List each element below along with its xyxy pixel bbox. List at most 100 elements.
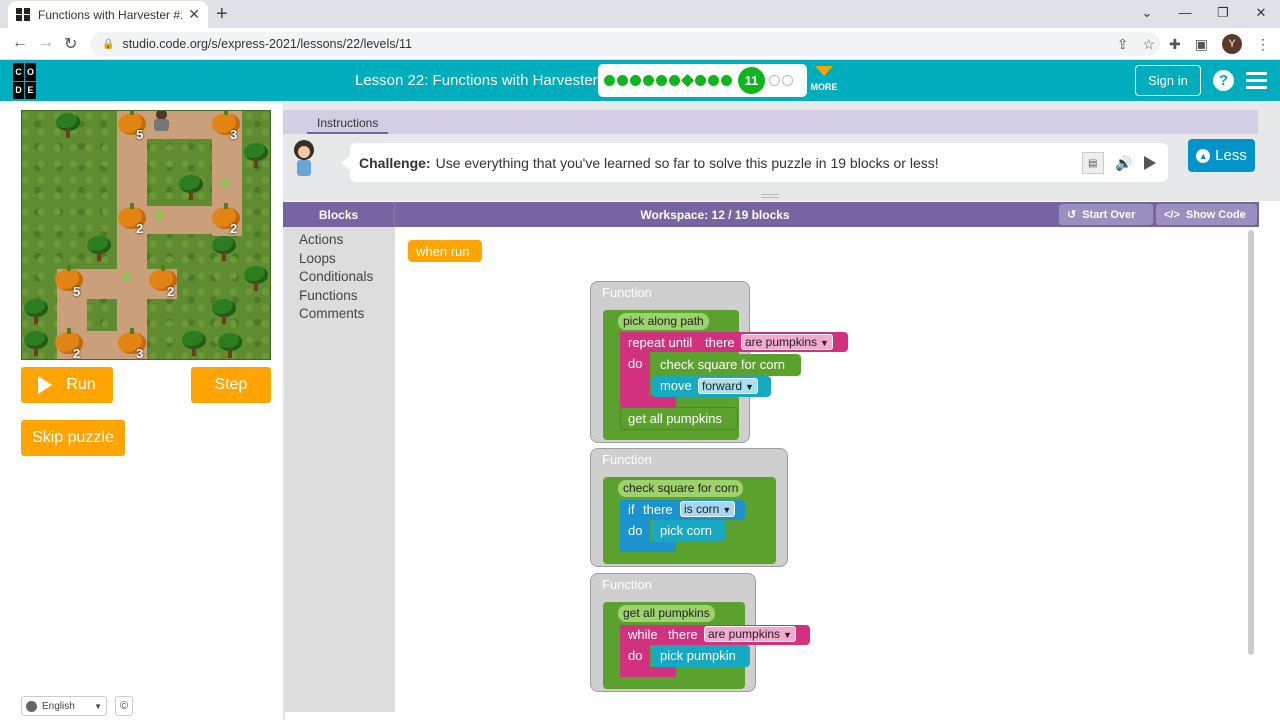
function-name-field[interactable]: get all pumpkins [618,605,715,622]
level-dot-assessment[interactable] [680,73,695,88]
pumpkin-count: 5 [73,284,81,299]
function-label: Function [602,577,652,592]
help-icon[interactable]: ? [1213,70,1234,91]
block-workspace[interactable] [395,227,1259,712]
code-org-favicon-icon [16,7,30,22]
url-field[interactable]: 🔒 studio.code.org/s/express-2021/lessons… [90,32,1160,56]
show-code-label: Show Code [1185,208,1246,221]
tab-instructions[interactable]: Instructions [307,113,389,134]
logo-letter-e: E [25,81,36,99]
extensions-icon[interactable]: ✚ [1169,36,1181,53]
if-footer [620,542,676,552]
do-label: do [628,523,643,538]
forward-icon[interactable]: → [38,34,54,52]
chevron-up-icon: ▲ [1196,148,1211,163]
more-levels-button[interactable]: MORE [810,64,838,92]
level-dot[interactable] [643,75,654,86]
tree-icon [56,113,80,139]
browser-menu-icon[interactable]: ⋮ [1256,36,1270,53]
sign-in-button[interactable]: Sign in [1135,65,1201,96]
pumpkin-count: 2 [73,346,81,360]
level-dot[interactable] [630,75,641,86]
level-dot[interactable] [669,75,680,86]
workspace-scrollbar[interactable] [1248,230,1254,655]
tab-search-icon[interactable]: ⌄ [1128,0,1166,26]
while-footer [620,667,676,677]
bookmark-star-icon[interactable]: ☆ [1142,36,1155,53]
play-audio-icon[interactable] [1144,156,1157,170]
hamburger-menu-icon[interactable] [1246,72,1267,93]
resize-grip[interactable] [761,194,779,198]
skip-puzzle-button[interactable]: Skip puzzle [21,420,125,456]
while-label: while [628,627,658,642]
restore-icon[interactable]: ❐ [1204,0,1242,26]
step-button[interactable]: Step [191,367,271,403]
speaker-icon[interactable]: 🔊 [1115,155,1132,172]
toolbox-category-actions[interactable]: Actions [285,231,395,250]
workspace-header: Blocks Workspace: 12 / 19 blocks ↺ Start… [283,202,1259,227]
back-icon[interactable]: ← [12,34,28,52]
logo-letter-o: O [25,63,36,81]
toolbox-category-functions[interactable]: Functions [285,287,395,306]
tree-icon [212,299,236,325]
run-button[interactable]: Run [21,367,113,403]
code-org-logo[interactable]: C O D E [13,63,49,99]
there-label: there [705,335,735,350]
level-dot[interactable] [604,75,615,86]
level-dot[interactable] [708,75,719,86]
instructions-tabbar: Instructions [283,110,1258,134]
text-to-speech-controls: ▤ 🔊 [1076,151,1162,175]
show-code-button[interactable]: </> Show Code [1156,204,1257,225]
if-label: if [628,502,635,517]
close-window-icon[interactable]: ✕ [1242,0,1280,26]
toolbox-category-loops[interactable]: Loops [285,250,395,269]
corn-sprout-icon: ❦ [152,208,166,225]
immersive-reader-icon[interactable]: ▤ [1081,152,1104,174]
less-label: Less [1215,147,1247,164]
tree-icon [244,143,268,169]
workspace-header-label: Workspace: 12 / 19 blocks [640,207,790,222]
tree-icon [212,236,236,262]
level-dot-unstarted[interactable] [782,75,793,86]
profile-avatar[interactable]: Y [1222,34,1242,54]
condition-dropdown[interactable]: are pumpkins ▼ [741,334,833,350]
function-name-field[interactable]: pick along path [618,313,709,330]
level-dot[interactable] [695,75,706,86]
start-over-button[interactable]: ↺ Start Over [1059,204,1153,225]
minimize-icon[interactable]: — [1166,0,1204,26]
language-select[interactable]: English ▼ [21,696,107,716]
do-label: do [628,648,643,663]
chevron-down-icon: ▼ [94,701,102,711]
there-label: there [668,627,698,642]
copyright-button[interactable]: © [115,696,133,716]
dropdown-arrow-icon: ▼ [745,382,754,392]
toolbox-category-comments[interactable]: Comments [285,305,395,324]
direction-dropdown[interactable]: forward ▼ [698,378,758,394]
close-tab-icon[interactable]: ✕ [188,6,200,23]
window-controls: ⌄ — ❐ ✕ [1128,0,1280,26]
level-dot[interactable] [617,75,628,86]
toolbox-category-conditionals[interactable]: Conditionals [285,268,395,287]
level-dot-unstarted[interactable] [769,75,780,86]
url-text: studio.code.org/s/express-2021/lessons/2… [122,37,412,51]
browser-tab[interactable]: Functions with Harvester #11 | Ex ✕ [8,1,208,28]
when-run-block[interactable]: when run [408,240,482,262]
reload-icon[interactable]: ↻ [64,34,77,54]
tree-icon [24,299,48,325]
lesson-title[interactable]: Lesson 22: Functions with Harvester [355,72,598,89]
tree-icon [182,331,206,357]
do-label: do [628,356,643,371]
condition-dropdown[interactable]: is corn ▼ [680,501,736,517]
share-icon[interactable]: ⇪ [1117,36,1129,53]
side-panel-icon[interactable]: ▣ [1195,36,1208,53]
level-dot[interactable] [656,75,667,86]
new-tab-icon[interactable]: + [216,3,228,26]
address-bar: ← → ↻ 🔒 studio.code.org/s/express-2021/l… [0,28,1280,60]
condition-dropdown[interactable]: are pumpkins ▼ [704,626,796,642]
less-button[interactable]: ▲ Less [1188,139,1255,172]
blocks-toolbox: Actions Loops Conditionals Functions Com… [285,227,395,712]
level-dot[interactable] [721,75,732,86]
current-level-bubble[interactable]: 11 [738,67,765,94]
function-name-field[interactable]: check square for corn [618,480,744,497]
dropdown-arrow-icon: ▼ [722,505,732,515]
